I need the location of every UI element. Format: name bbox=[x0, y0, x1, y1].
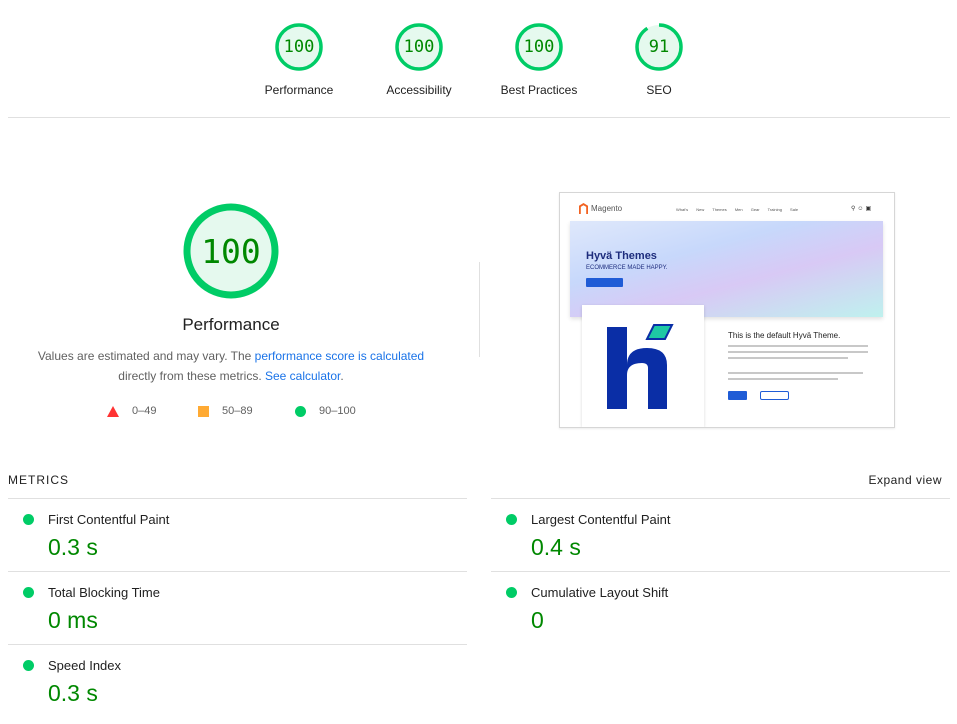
see-calculator-link[interactable]: See calculator bbox=[265, 369, 340, 383]
metric-largest-contentful-paint: Largest Contentful Paint 0.4 s bbox=[491, 498, 950, 571]
text-line bbox=[728, 345, 868, 347]
text-line bbox=[728, 357, 848, 359]
final-screenshot[interactable]: Magento What's New Themes Men Gear Train… bbox=[559, 192, 895, 428]
gauge-label: Performance bbox=[264, 83, 334, 97]
triangle-icon bbox=[107, 405, 119, 417]
metric-value: 0.4 s bbox=[531, 534, 581, 560]
metric-value: 0.3 s bbox=[48, 534, 98, 560]
metric-name: Cumulative Layout Shift bbox=[531, 585, 669, 600]
expand-view-toggle[interactable]: Expand view bbox=[868, 473, 942, 487]
metric-value: 0.3 s bbox=[48, 680, 98, 706]
hero-subtitle: ECOMMERCE MADE HAPPY. bbox=[586, 265, 668, 271]
circle-icon bbox=[295, 405, 306, 417]
metric-value: 0 bbox=[531, 607, 544, 633]
gauge-best-practices[interactable]: 100 Best Practices bbox=[484, 22, 594, 97]
desc-text: directly from these metrics. bbox=[118, 369, 265, 383]
metric-speed-index: Speed Index 0.3 s bbox=[8, 644, 467, 724]
hyva-logo-icon bbox=[582, 305, 704, 427]
pass-circle-icon bbox=[23, 514, 34, 525]
legend-range: 50–89 bbox=[222, 405, 253, 417]
hero-title: Hyvä Themes bbox=[586, 250, 657, 262]
screenshot-welcome: This is the default Hyvä Theme. bbox=[728, 331, 841, 340]
performance-score-link[interactable]: performance score is calculated bbox=[255, 349, 424, 363]
desc-text: Values are estimated and may vary. The bbox=[37, 349, 255, 363]
gauge-score: 100 bbox=[284, 37, 315, 57]
performance-score: 100 bbox=[201, 232, 261, 271]
screenshot-nav-links: What's New Themes Men Gear Training Sale bbox=[676, 207, 799, 212]
metric-name: Speed Index bbox=[48, 658, 122, 673]
legend-range: 90–100 bbox=[319, 405, 356, 417]
magento-logo-icon bbox=[579, 203, 588, 214]
text-line bbox=[728, 351, 868, 353]
pass-circle-icon bbox=[506, 514, 517, 525]
performance-description: Values are estimated and may vary. The p… bbox=[25, 346, 437, 386]
metric-name: Total Blocking Time bbox=[48, 585, 160, 600]
header-divider bbox=[8, 117, 950, 118]
pass-circle-icon bbox=[506, 587, 517, 598]
gauge-ring: 100 bbox=[515, 23, 563, 71]
gauge-score: 100 bbox=[404, 37, 435, 57]
gauge-label: Best Practices bbox=[500, 83, 578, 97]
vertical-divider bbox=[479, 262, 480, 357]
hero-button bbox=[586, 278, 623, 287]
metric-name: First Contentful Paint bbox=[48, 512, 170, 527]
legend-pass: 90–100 bbox=[295, 405, 356, 417]
performance-big-gauge: 100 bbox=[183, 203, 279, 299]
performance-title: Performance bbox=[182, 315, 280, 334]
gauge-performance[interactable]: 100 Performance bbox=[244, 22, 354, 97]
gauge-score: 100 bbox=[524, 37, 555, 57]
desc-text: . bbox=[340, 369, 344, 383]
metric-value: 0 ms bbox=[48, 607, 98, 633]
text-line bbox=[728, 378, 838, 380]
screenshot-brand: Magento bbox=[591, 204, 623, 213]
legend-average: 50–89 bbox=[198, 405, 253, 417]
gauge-ring: 100 bbox=[395, 23, 443, 71]
gauge-accessibility[interactable]: 100 Accessibility bbox=[364, 22, 474, 97]
screenshot-button bbox=[728, 391, 747, 400]
metric-name: Largest Contentful Paint bbox=[531, 512, 671, 527]
screenshot-nav: Magento What's New Themes Men Gear Train… bbox=[560, 193, 894, 221]
metric-total-blocking-time: Total Blocking Time 0 ms bbox=[8, 571, 467, 644]
screenshot-hero: Hyvä Themes ECOMMERCE MADE HAPPY. bbox=[570, 221, 883, 317]
pass-circle-icon bbox=[23, 587, 34, 598]
metrics-heading: METRICS bbox=[8, 473, 69, 487]
gauge-score: 91 bbox=[649, 37, 669, 57]
metric-first-contentful-paint: First Contentful Paint 0.3 s bbox=[8, 498, 467, 571]
gauge-ring: 100 bbox=[275, 23, 323, 71]
pass-circle-icon bbox=[23, 660, 34, 671]
metric-cumulative-layout-shift: Cumulative Layout Shift 0 bbox=[491, 571, 950, 644]
legend-range: 0–49 bbox=[132, 405, 157, 417]
gauge-label: SEO bbox=[646, 83, 672, 97]
square-icon bbox=[198, 405, 209, 417]
gauge-label: Accessibility bbox=[386, 83, 452, 97]
text-line bbox=[728, 372, 863, 374]
cart-icon: ⚲☺▣ bbox=[851, 206, 874, 212]
screenshot-button-outline bbox=[760, 391, 789, 400]
gauge-ring: 91 bbox=[635, 23, 683, 71]
legend-fail: 0–49 bbox=[107, 405, 156, 417]
gauge-seo[interactable]: 91 SEO bbox=[604, 22, 714, 97]
category-gauges: 100 Performance 100 Accessibility 100 Be… bbox=[0, 0, 957, 118]
